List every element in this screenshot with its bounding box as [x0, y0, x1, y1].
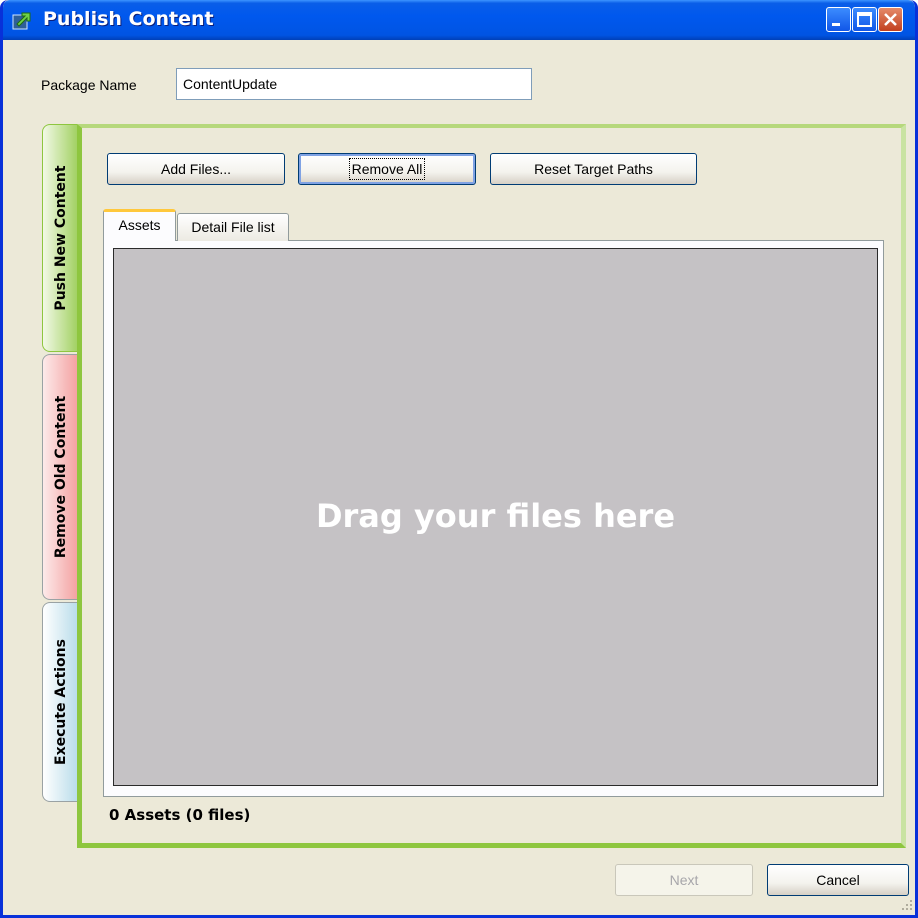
maximize-button[interactable]	[852, 7, 877, 32]
file-drop-zone[interactable]: Drag your files here	[113, 248, 878, 786]
tab-remove-old-content-label: Remove Old Content	[52, 395, 69, 559]
drop-zone-hint: Drag your files here	[315, 497, 676, 535]
cancel-button[interactable]: Cancel	[767, 864, 909, 896]
close-icon	[884, 13, 897, 26]
add-files-button[interactable]: Add Files...	[107, 153, 285, 185]
asset-count-status: 0 Assets (0 files)	[109, 806, 251, 824]
reset-target-paths-button[interactable]: Reset Target Paths	[490, 153, 697, 185]
maximize-icon	[857, 12, 872, 27]
tab-detail-file-list[interactable]: Detail File list	[177, 213, 289, 241]
tab-remove-old-content[interactable]: Remove Old Content	[42, 354, 78, 600]
package-name-label: Package Name	[41, 77, 137, 93]
publish-arrow-icon	[11, 9, 33, 31]
window-title: Publish Content	[43, 8, 214, 30]
minimize-button[interactable]	[826, 7, 851, 32]
tab-push-new-content[interactable]: Push New Content	[42, 124, 78, 352]
close-button[interactable]	[878, 7, 903, 32]
remove-all-button[interactable]: Remove All	[298, 153, 476, 185]
title-bar[interactable]: Publish Content	[3, 0, 915, 40]
tab-assets[interactable]: Assets	[103, 209, 176, 241]
tab-push-new-content-label: Push New Content	[52, 165, 69, 311]
resize-grip-icon[interactable]	[901, 898, 913, 910]
publish-content-window: Publish Content Package Name Push New Co…	[0, 0, 918, 918]
tab-execute-actions[interactable]: Execute Actions	[42, 602, 78, 802]
minimize-icon	[832, 23, 840, 26]
remove-all-label: Remove All	[348, 158, 426, 180]
tab-execute-actions-label: Execute Actions	[52, 639, 69, 765]
package-name-input[interactable]	[176, 68, 532, 100]
next-button[interactable]: Next	[615, 864, 753, 896]
